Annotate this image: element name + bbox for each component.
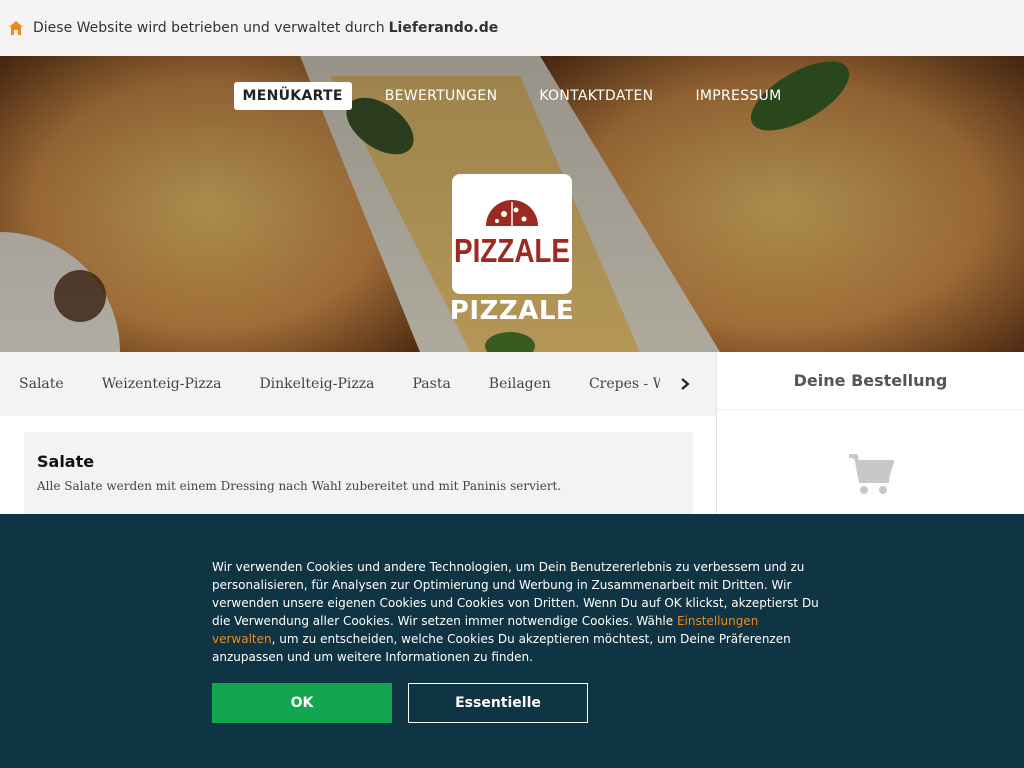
section-title: Salate: [37, 452, 95, 471]
nav-item-bewertungen[interactable]: BEWERTUNGEN: [376, 82, 507, 110]
operator-info-bar: Diese Website wird betrieben und verwalt…: [0, 0, 1024, 56]
chevron-right-icon[interactable]: [678, 376, 692, 392]
cookie-text: Wir verwenden Cookies und andere Technol…: [212, 558, 822, 666]
category-item-dinkelteig-pizza[interactable]: Dinkelteig-Pizza: [259, 376, 374, 392]
logo-wordmark: PIZZALE: [454, 232, 570, 269]
hero-banner: MENÜKARTE BEWERTUNGEN KONTAKTDATEN IMPRE…: [0, 56, 1024, 352]
category-nav: Salate Weizenteig-Pizza Dinkelteig-Pizza…: [0, 352, 716, 416]
restaurant-name: PIZZALE: [449, 296, 575, 326]
restaurant-logo: PIZZALE: [452, 174, 572, 294]
category-item-beilagen[interactable]: Beilagen: [489, 376, 551, 392]
nav-item-kontaktdaten[interactable]: KONTAKTDATEN: [530, 82, 662, 110]
section-description: Alle Salate werden mit einem Dressing na…: [37, 479, 562, 493]
cookie-essential-button[interactable]: Essentielle: [408, 683, 588, 723]
operator-brand-link[interactable]: Lieferando.de: [389, 20, 499, 36]
cookie-banner: Wir verwenden Cookies und andere Technol…: [0, 514, 1024, 768]
category-item-crepes[interactable]: Crepes - Waff: [589, 376, 660, 392]
cookie-text-tail: , um zu entscheiden, welche Cookies Du a…: [212, 632, 791, 664]
nav-item-menukarte[interactable]: MENÜKARTE: [233, 82, 352, 110]
order-title: Deine Bestellung: [717, 352, 1024, 410]
main-nav: MENÜKARTE BEWERTUNGEN KONTAKTDATEN IMPRE…: [0, 82, 1024, 110]
cookie-ok-button[interactable]: OK: [212, 683, 392, 723]
nav-item-impressum[interactable]: IMPRESSUM: [686, 82, 790, 110]
category-item-salate[interactable]: Salate: [19, 376, 64, 392]
category-item-weizenteig-pizza[interactable]: Weizenteig-Pizza: [102, 376, 222, 392]
cart-icon: [847, 452, 895, 496]
category-item-pasta[interactable]: Pasta: [413, 376, 451, 392]
operator-info-text: Diese Website wird betrieben und verwalt…: [33, 20, 385, 36]
home-icon: [8, 20, 24, 36]
